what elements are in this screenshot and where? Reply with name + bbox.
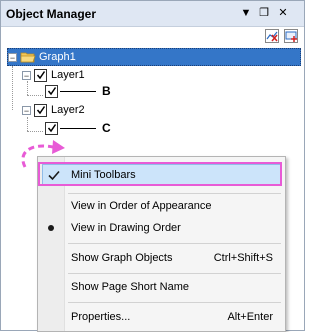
menu-item-properties[interactable]: Properties... Alt+Enter	[38, 306, 285, 328]
close-button[interactable]: ✕	[276, 6, 290, 20]
graph-label: Graph1	[39, 51, 76, 63]
callout-b: B	[102, 84, 111, 98]
menu-item-show-graph-objects[interactable]: Show Graph Objects Ctrl+Shift+S	[38, 247, 285, 269]
callout-leader-line	[60, 128, 96, 129]
collapse-icon[interactable]: −	[22, 70, 31, 80]
collapse-icon[interactable]: −	[22, 105, 31, 115]
window-title: Object Manager	[6, 7, 97, 21]
object-toolbar	[1, 27, 304, 45]
menu-item-label: Properties...	[71, 311, 131, 323]
menu-item-label: Show Page Short Name	[71, 281, 190, 293]
callout-c: C	[102, 121, 111, 135]
title-bar[interactable]: Object Manager ▼ ❐ ✕	[1, 1, 304, 27]
layer1-label: Layer1	[51, 69, 85, 81]
checkmark-icon	[48, 170, 60, 181]
restore-button[interactable]: ❐	[257, 6, 271, 20]
checkmark-icon	[36, 71, 45, 80]
checkmark-icon	[36, 106, 45, 115]
menu-separator	[68, 273, 281, 274]
tree-item-layer2[interactable]: − Layer2	[22, 102, 85, 118]
menu-item-shortcut: Ctrl+Shift+S	[213, 252, 273, 264]
chart-delete-icon[interactable]	[265, 29, 279, 43]
folder-open-icon	[20, 52, 36, 63]
chart-add-icon[interactable]	[284, 29, 298, 43]
menu-item-view-drawing-order[interactable]: View in Drawing Order	[38, 217, 285, 239]
plot-b-checkbox[interactable]	[45, 84, 58, 98]
menu-item-mini-toolbars[interactable]: Mini Toolbars	[42, 164, 282, 186]
layer2-checkbox[interactable]	[34, 103, 47, 117]
plot-c-checkbox[interactable]	[45, 121, 58, 135]
window-menu-button[interactable]: ▼	[239, 6, 253, 20]
menu-item-label: View in Drawing Order	[71, 222, 181, 234]
tree-connector	[27, 95, 43, 96]
menu-item-view-order-appearance[interactable]: View in Order of Appearance	[38, 195, 285, 217]
layer1-checkbox[interactable]	[34, 68, 47, 82]
menu-separator	[68, 193, 281, 194]
checkmark-icon	[47, 124, 56, 133]
checkmark-icon	[47, 87, 56, 96]
tree-connector	[27, 81, 28, 95]
menu-item-show-page-short-name[interactable]: Show Page Short Name	[38, 276, 285, 298]
menu-item-label: Mini Toolbars	[71, 169, 136, 181]
callout-leader-line	[60, 91, 96, 92]
menu-item-label: View in Order of Appearance	[71, 200, 212, 212]
tree-item-layer1[interactable]: − Layer1	[22, 67, 85, 83]
tree-connector	[27, 117, 28, 131]
tree-connector	[12, 66, 13, 110]
menu-item-shortcut: Alt+Enter	[227, 311, 273, 323]
collapse-icon[interactable]: −	[8, 52, 17, 62]
radio-dot-icon	[48, 225, 54, 231]
menu-separator	[68, 243, 281, 244]
tree-item-graph[interactable]: − Graph1	[7, 48, 301, 66]
tree-connector	[27, 131, 43, 132]
layer2-label: Layer2	[51, 104, 85, 116]
context-menu: Mini Toolbars View in Order of Appearanc…	[37, 156, 286, 332]
menu-item-label: Show Graph Objects	[71, 252, 173, 264]
menu-separator	[68, 302, 281, 303]
